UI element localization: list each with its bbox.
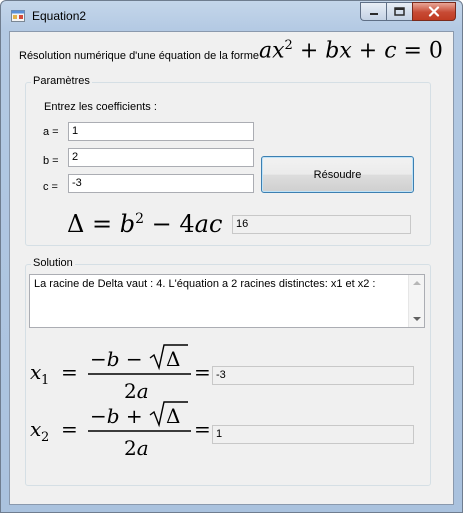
solution-message-box[interactable]: La racine de Delta vaut : 4. L'équation … [29, 274, 425, 328]
delta-formula-image: Δ = b2 − 4ac = [67, 210, 250, 238]
svg-text:−b −: −b − [90, 347, 143, 371]
parameters-group-title: Paramètres [31, 75, 92, 87]
c-label: c = [43, 181, 58, 193]
svg-text:Δ: Δ [166, 347, 180, 371]
a-input[interactable]: 1 [68, 122, 254, 141]
app-window: Equation2 Résolution numérique d'une équ… [0, 0, 463, 513]
window-title: Equation2 [32, 9, 87, 23]
svg-text:−b +: −b + [90, 404, 143, 428]
close-button[interactable] [412, 2, 456, 21]
svg-text:=: = [194, 360, 211, 384]
scroll-down-icon[interactable] [413, 317, 421, 321]
app-icon [11, 10, 25, 22]
solve-button[interactable]: Résoudre [261, 156, 414, 193]
x2-output: 1 [212, 425, 414, 444]
x1-formula-image: x 1 = −b − Δ 2a = [30, 344, 211, 403]
minimize-button[interactable] [360, 2, 386, 21]
svg-text:Δ: Δ [166, 404, 180, 428]
svg-text:2: 2 [41, 430, 49, 445]
svg-text:=: = [194, 417, 211, 441]
delta-output: 16 [232, 215, 411, 234]
b-input[interactable]: 2 [68, 148, 254, 167]
a-label: a = [43, 126, 59, 138]
maximize-button[interactable] [386, 2, 412, 21]
svg-text:2a: 2a [124, 436, 149, 460]
general-equation-image: ax2 + bx + c = 0 [259, 38, 443, 64]
close-icon [428, 6, 440, 17]
b-label: b = [43, 155, 59, 167]
x2-formula-image: x 2 = −b + Δ 2a = [30, 401, 211, 460]
solution-message: La racine de Delta vaut : 4. L'équation … [34, 278, 376, 290]
svg-text:x: x [30, 417, 41, 441]
coefficients-prompt: Entrez les coefficients : [44, 101, 157, 113]
client-area: Résolution numérique d'une équation de l… [9, 31, 454, 505]
svg-text:1: 1 [41, 373, 49, 388]
title-bar[interactable]: Equation2 [1, 1, 462, 31]
maximize-icon [394, 7, 405, 16]
svg-text:=: = [61, 417, 78, 441]
solution-group-title: Solution [31, 257, 75, 269]
message-scrollbar[interactable] [408, 275, 424, 327]
svg-text:x: x [30, 360, 41, 384]
equation-form-label: Résolution numérique d'une équation de l… [19, 50, 259, 62]
svg-text:=: = [61, 360, 78, 384]
x1-output: -3 [212, 366, 414, 385]
minimize-icon [369, 12, 378, 15]
scroll-up-icon[interactable] [413, 281, 421, 285]
c-input[interactable]: -3 [68, 174, 254, 193]
